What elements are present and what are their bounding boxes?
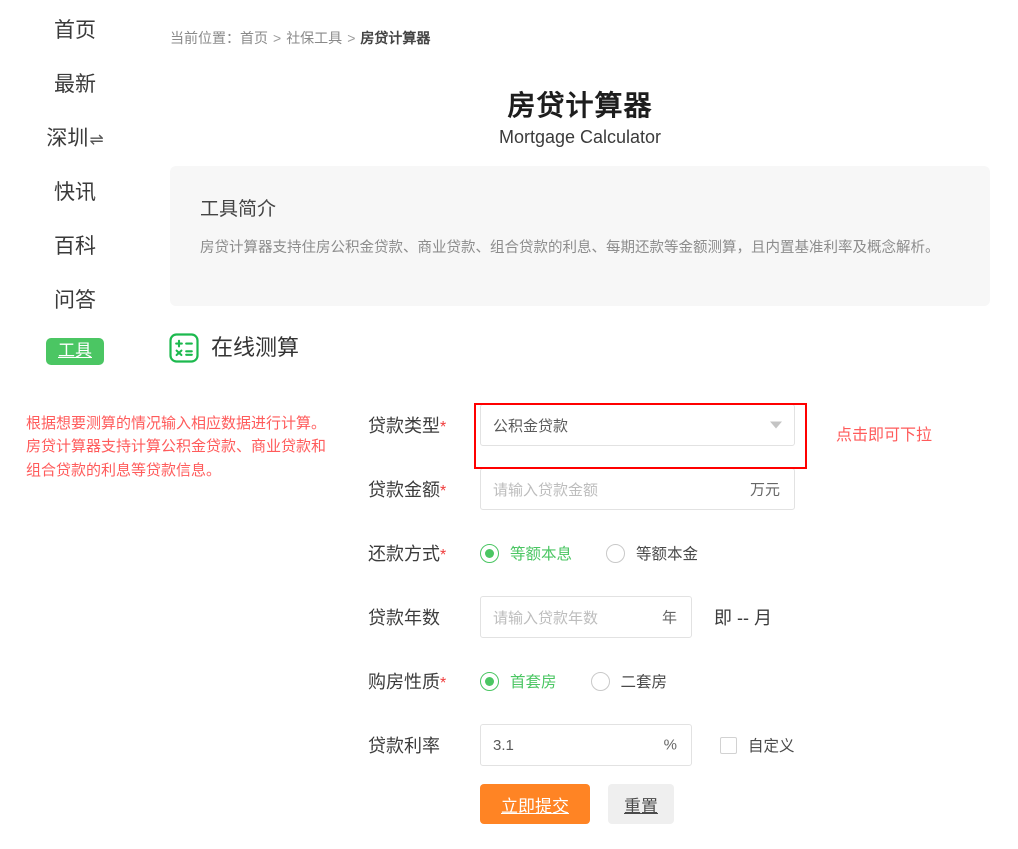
loan-years-placeholder: 请输入贷款年数 — [493, 609, 599, 627]
breadcrumb-separator: > — [273, 30, 282, 46]
property-type-label: 购房性质* — [368, 668, 480, 694]
loan-rate-label-text: 贷款利率 — [368, 736, 440, 756]
online-calc-title: 在线测算 — [211, 335, 300, 360]
repayment-method-label: 还款方式* — [368, 540, 480, 566]
annotation-left-text: 根据想要测算的情况输入相应数据进行计算。 房贷计算器支持计算公积金贷款、商业贷款和… — [26, 415, 327, 479]
loan-amount-label: 贷款金额* — [368, 476, 480, 502]
loan-rate-value: 3.1 — [493, 736, 514, 754]
loan-amount-unit: 万元 — [749, 481, 780, 499]
loan-years-label: 贷款年数 — [368, 604, 480, 630]
radio-label: 二套房 — [620, 674, 668, 691]
breadcrumb-item-home[interactable]: 首页 — [240, 30, 268, 46]
page-subtitle: Mortgage Calculator — [498, 127, 662, 147]
breadcrumb-item-social-tools[interactable]: 社保工具 — [286, 30, 342, 46]
repayment-method-radio-group: 等额本息 等额本金 — [480, 542, 732, 564]
page-title-block: 房贷计算器 Mortgage Calculator — [170, 88, 990, 149]
sidebar-item-city[interactable]: 深圳⇌ — [46, 122, 103, 155]
required-marker: * — [440, 419, 447, 436]
form-row-loan-amount: 贷款金额* 请输入贷款金额 万元 — [368, 466, 795, 512]
radio-label: 等额本息 — [510, 546, 573, 563]
sidebar-item-label: 深圳 — [46, 127, 89, 150]
radio-icon-unselected — [590, 671, 610, 691]
sidebar-item-label: 问答 — [54, 289, 96, 312]
radio-icon-unselected — [606, 543, 626, 563]
property-type-radio-group: 首套房 二套房 — [480, 670, 701, 692]
loan-years-input[interactable]: 请输入贷款年数 年 — [480, 596, 692, 638]
sidebar-item-qa[interactable]: 问答 — [54, 284, 96, 317]
submit-button[interactable]: 立即提交 — [480, 784, 590, 824]
radio-icon-selected — [480, 671, 499, 691]
custom-rate-label: 自定义 — [748, 738, 795, 755]
sidebar-item-home[interactable]: 首页 — [54, 14, 96, 47]
sidebar-item-label: 首页 — [54, 19, 96, 42]
tool-intro-title: 工具简介 — [200, 199, 277, 220]
radio-equal-principal[interactable]: 等额本金 — [606, 542, 698, 564]
loan-type-label: 贷款类型* — [368, 412, 480, 438]
loan-rate-input[interactable]: 3.1 % — [480, 724, 692, 766]
required-marker: * — [440, 675, 447, 692]
required-marker: * — [440, 483, 447, 500]
form-row-repayment-method: 还款方式* 等额本息 等额本金 — [368, 530, 795, 576]
form-row-loan-years: 贷款年数 请输入贷款年数 年 即 -- 月 — [368, 594, 795, 640]
tool-intro-card: 工具简介 房贷计算器支持住房公积金贷款、商业贷款、组合贷款的利息、每期还款等金额… — [170, 166, 990, 306]
loan-amount-placeholder: 请输入贷款金额 — [493, 481, 599, 499]
loan-years-unit: 年 — [661, 609, 677, 627]
sidebar-item-label: 快讯 — [54, 181, 96, 204]
loan-type-value: 公积金贷款 — [493, 417, 569, 435]
loan-type-label-text: 贷款类型 — [368, 416, 440, 436]
page-root: 首页 最新 深圳⇌ 快讯 百科 问答 工具 当前位置：首页 > 社保工具 > 房贷计算器… — [0, 0, 1018, 849]
form-actions: 立即提交 重置 — [480, 784, 795, 824]
radio-equal-installment[interactable]: 等额本息 — [480, 542, 572, 564]
calculator-icon — [169, 333, 199, 363]
sidebar-item-news[interactable]: 快讯 — [54, 176, 96, 209]
required-marker: * — [440, 547, 447, 564]
radio-label: 首套房 — [510, 674, 557, 691]
sidebar-item-tools[interactable]: 工具 — [46, 338, 104, 366]
radio-second-home[interactable]: 二套房 — [590, 670, 668, 692]
chevron-down-icon[interactable] — [770, 421, 782, 429]
property-type-label-text: 购房性质 — [368, 672, 440, 692]
loan-rate-label: 贷款利率 — [368, 732, 480, 758]
breadcrumb-prefix: 当前位置： — [170, 30, 240, 46]
loan-rate-unit: % — [663, 736, 677, 754]
sidebar-item-encyclopedia[interactable]: 百科 — [54, 230, 96, 263]
breadcrumb: 当前位置：首页 > 社保工具 > 房贷计算器 — [170, 28, 430, 48]
annotation-right: 点击即可下拉 — [836, 427, 933, 444]
online-calc-heading: 在线测算 — [168, 332, 299, 364]
reset-button[interactable]: 重置 — [608, 784, 674, 824]
loan-months-note: 即 -- 月 — [714, 608, 772, 628]
radio-first-home[interactable]: 首套房 — [480, 670, 557, 692]
loan-type-select[interactable]: 公积金贷款 — [480, 404, 795, 446]
tool-intro-text: 房贷计算器支持住房公积金贷款、商业贷款、组合贷款的利息、每期还款等金额测算，且内… — [200, 240, 940, 256]
breadcrumb-item-current: 房贷计算器 — [360, 30, 431, 46]
mortgage-calculator-form: 贷款类型* 公积金贷款 贷款金额* 请输入贷款金额 万元 还款方式* 等额本息 … — [368, 402, 795, 824]
checkbox-icon-unchecked — [720, 736, 737, 754]
loan-years-label-text: 贷款年数 — [368, 608, 440, 628]
sidebar-item-label: 百科 — [54, 235, 96, 258]
loan-amount-input[interactable]: 请输入贷款金额 万元 — [480, 468, 795, 510]
repayment-method-label-text: 还款方式 — [368, 544, 440, 564]
form-row-property-type: 购房性质* 首套房 二套房 — [368, 658, 795, 704]
sidebar-item-label: 最新 — [54, 73, 96, 96]
swap-arrows-icon[interactable]: ⇌ — [89, 130, 103, 149]
loan-amount-label-text: 贷款金额 — [368, 480, 440, 500]
sidebar-item-latest[interactable]: 最新 — [54, 68, 96, 101]
form-row-loan-type: 贷款类型* 公积金贷款 — [368, 402, 795, 448]
form-row-loan-rate: 贷款利率 3.1 % 自定义 — [368, 722, 795, 768]
radio-label: 等额本金 — [636, 546, 699, 563]
breadcrumb-separator: > — [347, 30, 356, 46]
radio-icon-selected — [480, 543, 499, 563]
custom-rate-checkbox[interactable]: 自定义 — [720, 734, 795, 756]
annotation-left: 根据想要测算的情况输入相应数据进行计算。 房贷计算器支持计算公积金贷款、商业贷款和… — [26, 412, 326, 482]
page-title: 房贷计算器 — [507, 90, 653, 121]
